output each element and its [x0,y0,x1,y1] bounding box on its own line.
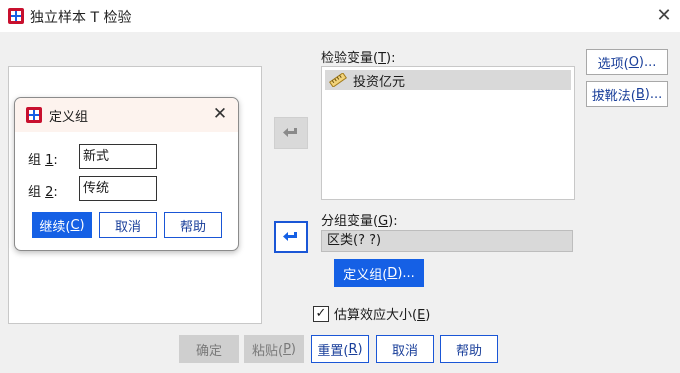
app-icon [26,107,42,123]
dialog-cancel-button[interactable]: 取消 [99,212,157,238]
close-icon[interactable]: ✕ [652,4,676,28]
reset-button[interactable]: 重置(R) [311,335,369,363]
continue-button[interactable]: 继续(C) [32,212,92,238]
move-to-grouping-variable-button[interactable] [274,221,308,253]
app-icon [8,8,24,24]
test-variable-name: 投资亿元 [353,74,406,90]
cancel-button[interactable]: 取消 [376,335,434,363]
title-bar: 独立样本 T 检验 ✕ [0,0,680,32]
move-to-test-variable-button[interactable] [274,117,308,149]
window-title: 独立样本 T 检验 [30,10,132,26]
effect-size-checkbox[interactable]: ✓ [313,305,329,322]
group2-label: 组 2: [28,185,58,200]
effect-size-label: 估算效应大小(E) [334,308,431,323]
effect-size-option[interactable]: ✓ 估算效应大小(E) [313,304,430,323]
options-button[interactable]: 选项(O)... [586,49,668,75]
group1-label: 组 1: [28,153,58,168]
arrow-left-icon [283,128,297,137]
arrow-left-icon [283,232,297,241]
dialog-help-button[interactable]: 帮助 [164,212,222,238]
group2-input[interactable]: 传统 [79,176,157,201]
close-icon[interactable]: ✕ [209,103,231,125]
group1-input[interactable]: 新式 [79,144,157,169]
paste-button[interactable]: 粘贴(P) [244,335,304,363]
grouping-variable-label: 分组变量(G): [321,214,398,229]
help-button[interactable]: 帮助 [440,335,498,363]
define-groups-button[interactable]: 定义组(D)... [334,259,424,287]
list-item[interactable]: 投资亿元 [325,70,571,90]
grouping-variable-field[interactable]: 区类(? ?) [321,230,573,252]
define-groups-title: 定义组 [49,110,89,125]
define-groups-dialog: 定义组 ✕ 组 1: 新式 组 2: 传统 继续(C) 取消 帮助 [14,97,239,251]
bootstrap-button[interactable]: 拔靴法(B)... [586,81,668,107]
test-variable-list[interactable]: 投资亿元 [321,66,575,200]
test-variable-label: 检验变量(T): [321,51,396,66]
ok-button[interactable]: 确定 [179,335,239,363]
ruler-icon [329,73,347,87]
